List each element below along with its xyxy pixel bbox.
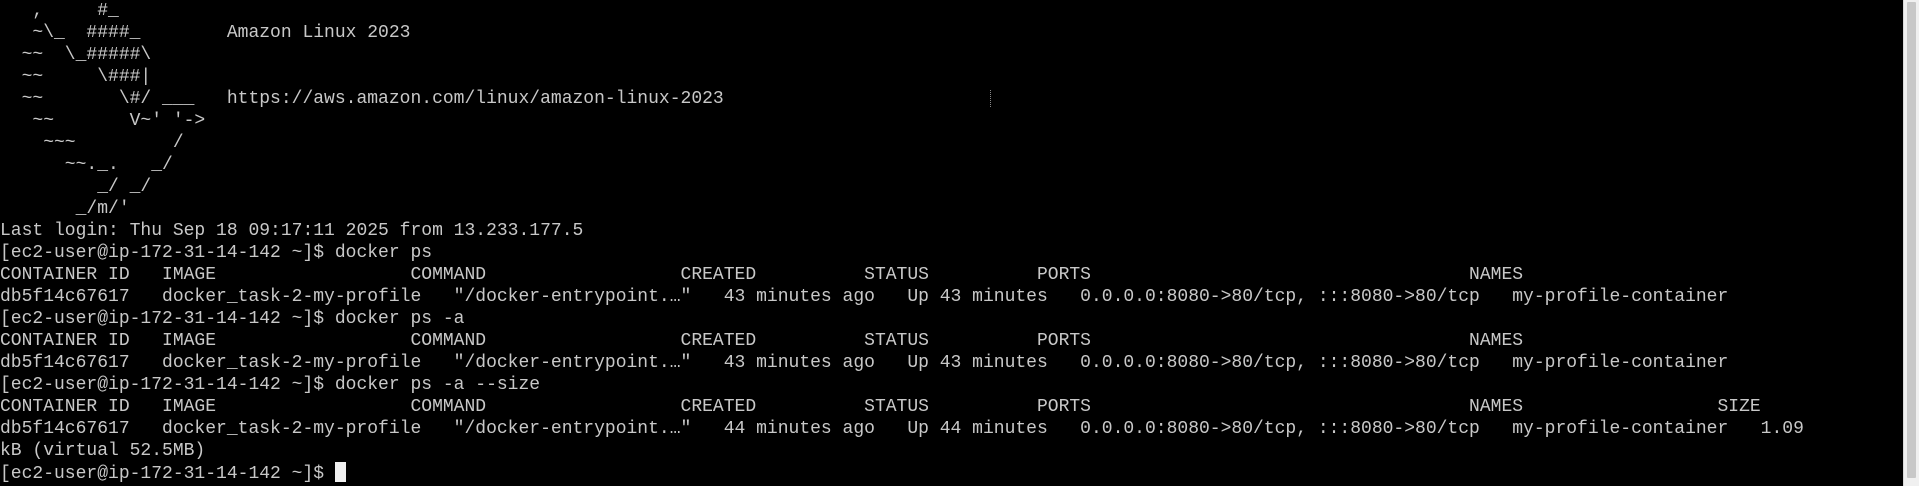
table-header-line: CONTAINER ID IMAGE COMMAND CREATED STATU… [0, 331, 1524, 351]
table-row-line: db5f14c67617 docker_task-2-my-profile "/… [0, 287, 1729, 307]
prompt-line[interactable]: [ec2-user@ip-172-31-14-142 ~]$ [0, 462, 346, 484]
vertical-scrollbar[interactable] [1903, 0, 1919, 486]
table-row-wrap-line: kB (virtual 52.5MB) [0, 441, 206, 461]
text-cursor [334, 462, 346, 482]
motd-logo-line: ~~ V~' '-> [0, 111, 206, 131]
last-login-line: Last login: Thu Sep 18 09:17:11 2025 fro… [0, 221, 584, 241]
command-line: [ec2-user@ip-172-31-14-142 ~]$ docker ps… [0, 309, 465, 329]
motd-logo-line: _/ _/ [0, 177, 152, 197]
motd-logo-line: _/m/' [0, 199, 130, 219]
table-row-line: db5f14c67617 docker_task-2-my-profile "/… [0, 419, 1804, 439]
motd-logo-line: ~~~ / [0, 133, 184, 153]
motd-url-line: ~~ \#/ ___ https://aws.amazon.com/linux/… [0, 89, 724, 109]
mouse-ibeam-icon [990, 90, 992, 107]
table-row-line: db5f14c67617 docker_task-2-my-profile "/… [0, 353, 1729, 373]
command-line: [ec2-user@ip-172-31-14-142 ~]$ docker ps… [0, 375, 541, 395]
table-header-line: CONTAINER ID IMAGE COMMAND CREATED STATU… [0, 265, 1524, 285]
motd-os-name-line: ~\_ ####_ Amazon Linux 2023 [0, 23, 411, 43]
command-line: [ec2-user@ip-172-31-14-142 ~]$ docker ps [0, 243, 433, 263]
motd-logo-line: ~~._. _/ [0, 155, 173, 175]
motd-logo-line: ~~ \_#####\ [0, 45, 152, 65]
scrollbar-thumb[interactable] [1907, 2, 1916, 478]
motd-logo-line: ~~ \###| [0, 67, 152, 87]
table-header-line: CONTAINER ID IMAGE COMMAND CREATED STATU… [0, 397, 1761, 417]
motd-logo-line: , #_ [0, 1, 119, 21]
prompt-text: [ec2-user@ip-172-31-14-142 ~]$ [0, 464, 335, 484]
terminal-window[interactable]: , #_ ~\_ ####_ Amazon Linux 2023 ~~ \_##… [0, 0, 1904, 486]
